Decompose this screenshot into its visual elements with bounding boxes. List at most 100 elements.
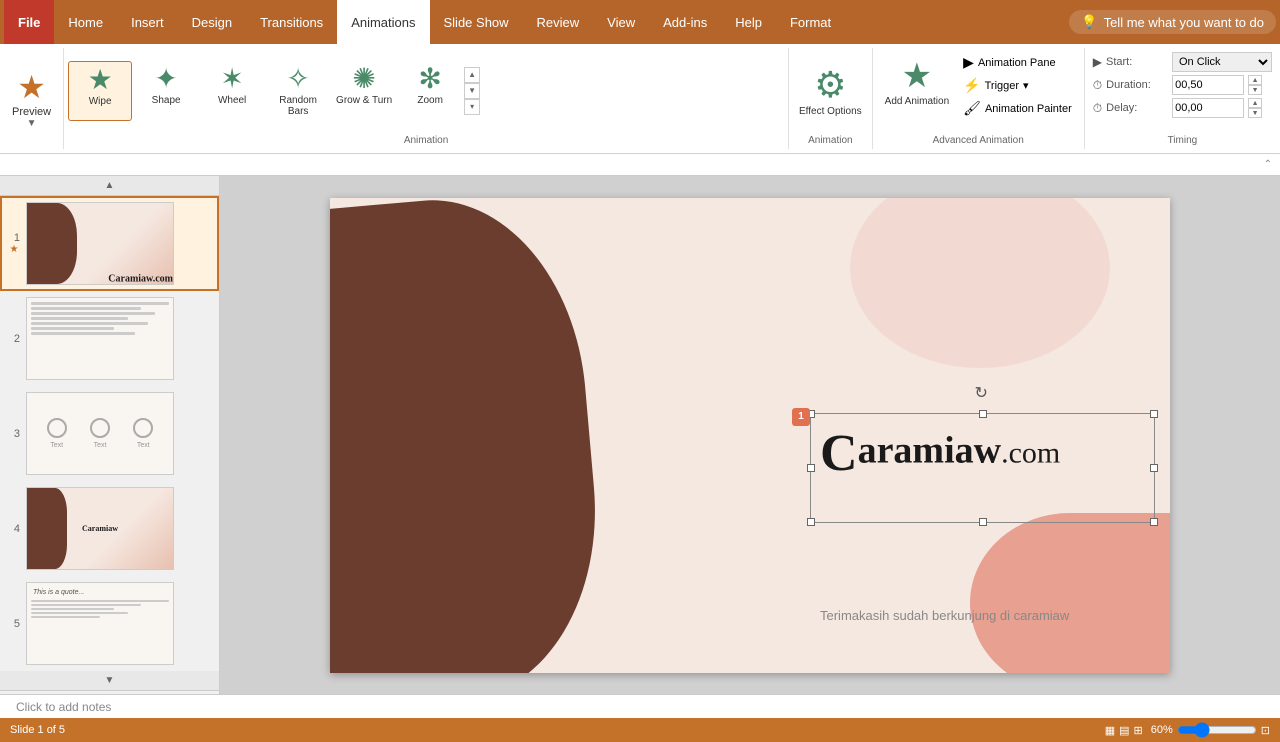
- bg-shape-pink: [970, 513, 1170, 673]
- preview-group: ★ Preview ▼: [0, 48, 64, 149]
- effect-options-group[interactable]: ⚙ Effect Options Animation: [789, 48, 873, 149]
- preview-button[interactable]: ★ Preview ▼: [12, 68, 51, 129]
- handle-bm[interactable]: [979, 518, 987, 526]
- tab-help[interactable]: Help: [721, 0, 776, 44]
- tab-review[interactable]: Review: [523, 0, 594, 44]
- brand-text: Caramiaw.com: [820, 428, 1060, 480]
- delay-input[interactable]: [1172, 98, 1244, 118]
- anim-scroll-down[interactable]: ▼: [464, 83, 480, 99]
- duration-spin-down[interactable]: ▼: [1248, 85, 1262, 95]
- slide-thumb-1: Caramiaw.com: [26, 202, 174, 285]
- brand-big-c: C: [820, 425, 858, 482]
- trigger-button[interactable]: ⚡ Trigger ▾: [959, 75, 1076, 96]
- shape-icon: ✦: [154, 65, 177, 93]
- slide-thumb-4: Caramiaw: [26, 487, 174, 570]
- anim-scroll-up[interactable]: ▲: [464, 67, 480, 83]
- animation-pane-button[interactable]: ▶ Animation Pane: [959, 52, 1076, 73]
- animation-list-group: ★ Wipe ✦ Shape ✶ Wheel ✧ Random Bars ✺ G…: [64, 48, 789, 149]
- adv-btns-right: ▶ Animation Pane ⚡ Trigger ▾ 🖌 Animation…: [959, 52, 1076, 119]
- tab-file[interactable]: File: [4, 0, 54, 44]
- anim-scroll-more[interactable]: ▾: [464, 99, 480, 115]
- duration-input[interactable]: [1172, 75, 1244, 95]
- start-select[interactable]: On ClickWith PreviousAfter Previous: [1172, 52, 1272, 72]
- slide-panel: ▲ 1 ★ Caramiaw.com 2: [0, 176, 220, 694]
- tab-bar-right: 💡 Tell me what you want to do: [1069, 10, 1276, 34]
- duration-icon: ⏱: [1093, 78, 1102, 93]
- timing-group-label: Timing: [1085, 135, 1280, 146]
- animation-scroll-btns: ▲ ▼ ▾: [464, 67, 480, 115]
- animation-painter-icon: 🖌: [963, 100, 981, 117]
- advanced-animation-group-label: Advanced Animation: [873, 135, 1084, 146]
- anim-item-wipe[interactable]: ★ Wipe: [68, 61, 132, 121]
- anim-item-zoom[interactable]: ✻ Zoom: [398, 61, 462, 121]
- tab-transitions[interactable]: Transitions: [246, 0, 337, 44]
- slide-number-1: 1: [8, 232, 20, 244]
- animation-group-label: Animation: [64, 135, 788, 146]
- duration-spin-up[interactable]: ▲: [1248, 75, 1262, 85]
- growturn-label: Grow & Turn: [336, 95, 392, 106]
- handle-br[interactable]: [1150, 518, 1158, 526]
- anim-item-wheel[interactable]: ✶ Wheel: [200, 61, 264, 121]
- wheel-icon: ✶: [220, 65, 243, 93]
- trigger-chevron: ▾: [1023, 79, 1029, 92]
- status-view-normal[interactable]: ▦: [1105, 724, 1115, 737]
- slide-thumb-3: Text Text Text: [26, 392, 174, 475]
- slide-scroll-up[interactable]: ▲: [0, 176, 219, 196]
- add-animation-button[interactable]: ★ Add Animation: [881, 52, 954, 111]
- anim-item-randombars[interactable]: ✧ Random Bars: [266, 61, 330, 121]
- bg-shape-light: [850, 198, 1110, 368]
- add-animation-label: Add Animation: [885, 96, 950, 107]
- tab-slideshow[interactable]: Slide Show: [430, 0, 523, 44]
- rotate-handle[interactable]: ↻: [975, 383, 988, 403]
- delay-spin-up[interactable]: ▲: [1248, 98, 1262, 108]
- status-slide-info: Slide 1 of 5: [10, 724, 65, 736]
- delay-spin-down[interactable]: ▼: [1248, 108, 1262, 118]
- animation-badge: 1: [792, 408, 810, 426]
- tab-format[interactable]: Format: [776, 0, 845, 44]
- tab-addins[interactable]: Add-ins: [649, 0, 721, 44]
- animation-painter-button[interactable]: 🖌 Animation Painter: [959, 98, 1076, 119]
- notes-placeholder: Click to add notes: [16, 700, 111, 714]
- wheel-label: Wheel: [218, 95, 246, 106]
- slide-item-2[interactable]: 2: [0, 291, 219, 386]
- anim-item-shape[interactable]: ✦ Shape: [134, 61, 198, 121]
- effect-options-group-label: Animation: [789, 135, 872, 146]
- handle-tr[interactable]: [1150, 410, 1158, 418]
- tab-view[interactable]: View: [593, 0, 649, 44]
- effect-options-icon: ⚙: [814, 64, 846, 106]
- tab-design[interactable]: Design: [178, 0, 246, 44]
- status-view-slide[interactable]: ⊞: [1134, 724, 1143, 737]
- handle-tm[interactable]: [979, 410, 987, 418]
- duration-spinner: ▲ ▼: [1248, 75, 1262, 95]
- ribbon: ★ Preview ▼ ★ Wipe ✦ Shape ✶ Wheel: [0, 44, 1280, 154]
- slide-item-4[interactable]: 4 Caramiaw: [0, 481, 219, 576]
- tell-me-box[interactable]: 💡 Tell me what you want to do: [1069, 10, 1276, 34]
- zoom-slider[interactable]: [1177, 722, 1257, 738]
- slide-number-3: 3: [8, 428, 20, 440]
- slide-item-3[interactable]: 3 Text Text Text: [0, 386, 219, 481]
- slide-item-5[interactable]: 5 This is a quote...: [0, 576, 219, 671]
- selected-text-box[interactable]: ↻ 1 Caramiaw.com: [810, 413, 1155, 523]
- tab-animations[interactable]: Animations: [337, 0, 429, 44]
- delay-icon: ⏱: [1093, 101, 1102, 116]
- ribbon-expand-icon[interactable]: ⌃: [1264, 159, 1272, 170]
- wipe-icon: ★: [88, 66, 113, 94]
- slide-canvas[interactable]: ↻ 1 Caramiaw.com Terimakasih sudah berku…: [330, 198, 1170, 673]
- anim-item-growturn[interactable]: ✺ Grow & Turn: [332, 61, 396, 121]
- slide-item-1[interactable]: 1 ★ Caramiaw.com: [0, 196, 219, 291]
- animation-pane-label: Animation Pane: [978, 57, 1056, 69]
- lightbulb-icon: 💡: [1081, 14, 1097, 30]
- notes-bar[interactable]: Click to add notes: [0, 694, 1280, 718]
- tab-insert[interactable]: Insert: [117, 0, 178, 44]
- growturn-icon: ✺: [352, 65, 375, 93]
- handle-mr[interactable]: [1150, 464, 1158, 472]
- delay-spinner: ▲ ▼: [1248, 98, 1262, 118]
- handle-bl[interactable]: [807, 518, 815, 526]
- slide-star-1: ★: [10, 244, 19, 255]
- tab-home[interactable]: Home: [54, 0, 117, 44]
- status-view-outline[interactable]: ▤: [1119, 724, 1129, 737]
- status-fit-icon[interactable]: ⊡: [1261, 724, 1270, 737]
- handle-ml[interactable]: [807, 464, 815, 472]
- status-zoom-level: 60%: [1151, 724, 1173, 736]
- slide-scroll-down[interactable]: ▼: [0, 671, 219, 691]
